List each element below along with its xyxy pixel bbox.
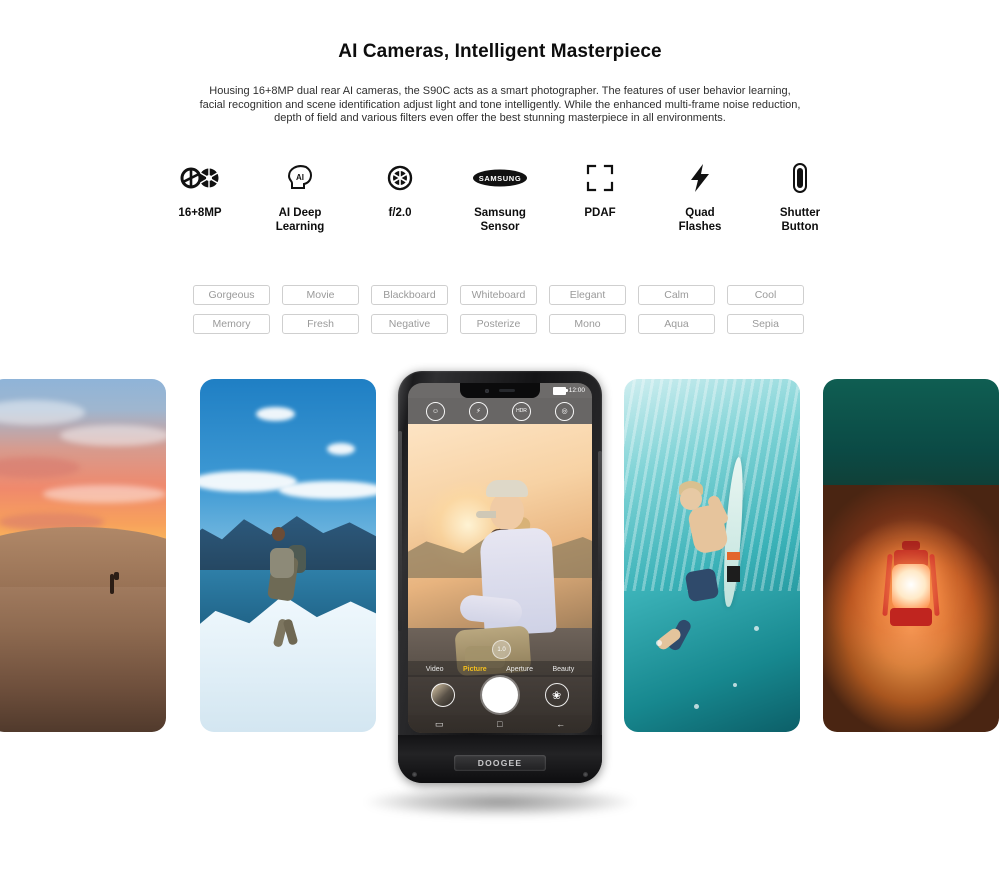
- mode-picture[interactable]: Picture: [463, 666, 487, 673]
- camera-top-toolbar: ☺ ⚡ HDR ◎: [408, 398, 592, 424]
- dual-aperture-icon: [180, 160, 220, 196]
- display-notch: [460, 383, 540, 398]
- filter-chip-calm[interactable]: Calm: [638, 285, 715, 305]
- filter-chip-mono[interactable]: Mono: [549, 314, 626, 334]
- filter-chip-grid: Gorgeous Movie Blackboard Whiteboard Ele…: [193, 285, 809, 334]
- surfboard-orange-stripe: [727, 551, 741, 560]
- feature-label: Samsung Sensor: [474, 207, 526, 233]
- feature-label: PDAF: [584, 207, 616, 219]
- cloud: [326, 442, 355, 455]
- cloud: [60, 424, 166, 447]
- filter-chip-aqua[interactable]: Aqua: [638, 314, 715, 334]
- underwater-surfer-photo: [624, 379, 800, 732]
- filter-chip-blackboard[interactable]: Blackboard: [371, 285, 448, 305]
- filter-chip-gorgeous[interactable]: Gorgeous: [193, 285, 270, 305]
- subject-cap: [486, 479, 528, 497]
- desert-sunset-photo: [0, 379, 166, 732]
- phone-device: 1.0 Video Picture Aperture Beauty ❀ ▭ □ …: [398, 371, 602, 783]
- mode-video[interactable]: Video: [426, 666, 444, 673]
- flash-button[interactable]: ⚡: [469, 401, 488, 421]
- filter-chip-fresh[interactable]: Fresh: [282, 314, 359, 334]
- feature-item-camera-mp: 16+8MP: [150, 160, 250, 220]
- filter-chip-sepia[interactable]: Sepia: [727, 314, 804, 334]
- brand-name: DOOGEE: [477, 758, 523, 768]
- feature-item-ai-deep-learning: AI AI Deep Learning: [250, 160, 350, 234]
- phone-drop-shadow: [365, 787, 635, 817]
- svg-text:AI: AI: [296, 173, 304, 182]
- surfboard-black-stripe: [727, 566, 741, 583]
- page-description: Housing 16+8MP dual rear AI cameras, the…: [199, 85, 801, 125]
- filter-chip-elegant[interactable]: Elegant: [549, 285, 626, 305]
- android-nav-bar: ▭ □ ←: [408, 715, 592, 733]
- shutter-button-icon: [792, 160, 808, 196]
- filter-button[interactable]: ❀: [544, 683, 569, 707]
- shutter-button[interactable]: [481, 677, 518, 713]
- hiker-silhouette: [109, 574, 114, 595]
- filter-chip-cool[interactable]: Cool: [727, 285, 804, 305]
- svg-text:SAMSUNG: SAMSUNG: [479, 174, 522, 183]
- mode-aperture[interactable]: Aperture: [506, 666, 533, 673]
- lantern-handle-top: [902, 541, 920, 551]
- camera-control-bar: ❀: [408, 675, 592, 715]
- ai-head-icon: AI: [285, 160, 315, 196]
- status-bar-clock: 12:00: [568, 387, 585, 394]
- feature-item-quad-flashes: Quad Flashes: [650, 160, 750, 234]
- mode-beauty[interactable]: Beauty: [552, 666, 574, 673]
- switch-camera-button[interactable]: ◎: [555, 401, 574, 421]
- surfer-shorts: [684, 567, 720, 602]
- lightning-bolt-icon: [689, 160, 711, 196]
- hiker-backpack: [114, 572, 120, 581]
- earpiece-speaker-icon: [499, 389, 515, 392]
- desert-ground: [0, 587, 166, 732]
- lantern: [880, 534, 942, 644]
- filter-chip-memory[interactable]: Memory: [193, 314, 270, 334]
- feature-item-samsung-sensor: SAMSUNG Samsung Sensor: [450, 160, 550, 234]
- chin-screw: [412, 772, 417, 777]
- red-lantern-photo: [823, 379, 999, 732]
- phone-side-rail-right: [598, 451, 602, 581]
- feature-item-pdaf: PDAF: [550, 160, 650, 220]
- filter-chip-whiteboard[interactable]: Whiteboard: [460, 285, 537, 305]
- lantern-frame-right: [929, 554, 940, 617]
- page-title: AI Cameras, Intelligent Masterpiece: [338, 41, 662, 62]
- home-button[interactable]: □: [497, 719, 502, 729]
- feature-item-aperture: f/2.0: [350, 160, 450, 220]
- filter-chip-movie[interactable]: Movie: [282, 285, 359, 305]
- cloud: [42, 484, 166, 503]
- samsung-logo-icon: SAMSUNG: [472, 160, 528, 196]
- filter-chip-negative[interactable]: Negative: [371, 314, 448, 334]
- phone-screen: 1.0 Video Picture Aperture Beauty ❀ ▭ □ …: [408, 383, 592, 733]
- feature-label: Quad Flashes: [678, 207, 722, 233]
- product-feature-page: AI Cameras, Intelligent Masterpiece Hous…: [0, 0, 1000, 870]
- feature-item-shutter-button: Shutter Button: [750, 160, 850, 234]
- feature-label: AI Deep Learning: [275, 207, 325, 233]
- light-rays: [624, 379, 800, 591]
- feature-icon-row: 16+8MP AI AI Deep Learning f/2.0 SAMSUNG…: [150, 160, 850, 240]
- portrait-mode-button[interactable]: ☺: [426, 401, 445, 421]
- aperture-icon: [387, 160, 413, 196]
- recents-button[interactable]: ▭: [435, 719, 444, 729]
- hiker-torso: [270, 548, 295, 579]
- filter-chip-posterize[interactable]: Posterize: [460, 314, 537, 334]
- lantern-glass-globe: [892, 564, 930, 611]
- focus-frame-icon: [586, 160, 614, 196]
- feature-label: f/2.0: [388, 207, 412, 219]
- cloud: [279, 481, 376, 499]
- bubble: [655, 640, 662, 647]
- feature-label: Shutter Button: [779, 207, 821, 233]
- mountain-hiker-photo: [200, 379, 376, 732]
- bubble: [733, 682, 738, 687]
- battery-icon: [552, 386, 568, 395]
- subject-cap-brim: [476, 510, 496, 518]
- phone-chin: DOOGEE: [398, 735, 602, 783]
- phone-side-rail-left: [398, 431, 402, 631]
- brand-plate: DOOGEE: [454, 755, 546, 771]
- lantern-base: [890, 608, 932, 627]
- back-button[interactable]: ←: [556, 719, 565, 729]
- gallery-thumbnail-button[interactable]: [431, 683, 456, 707]
- front-camera-icon: [485, 388, 489, 393]
- feature-label: 16+8MP: [178, 207, 222, 219]
- hdr-button[interactable]: HDR: [512, 401, 531, 421]
- chin-screw: [583, 772, 588, 777]
